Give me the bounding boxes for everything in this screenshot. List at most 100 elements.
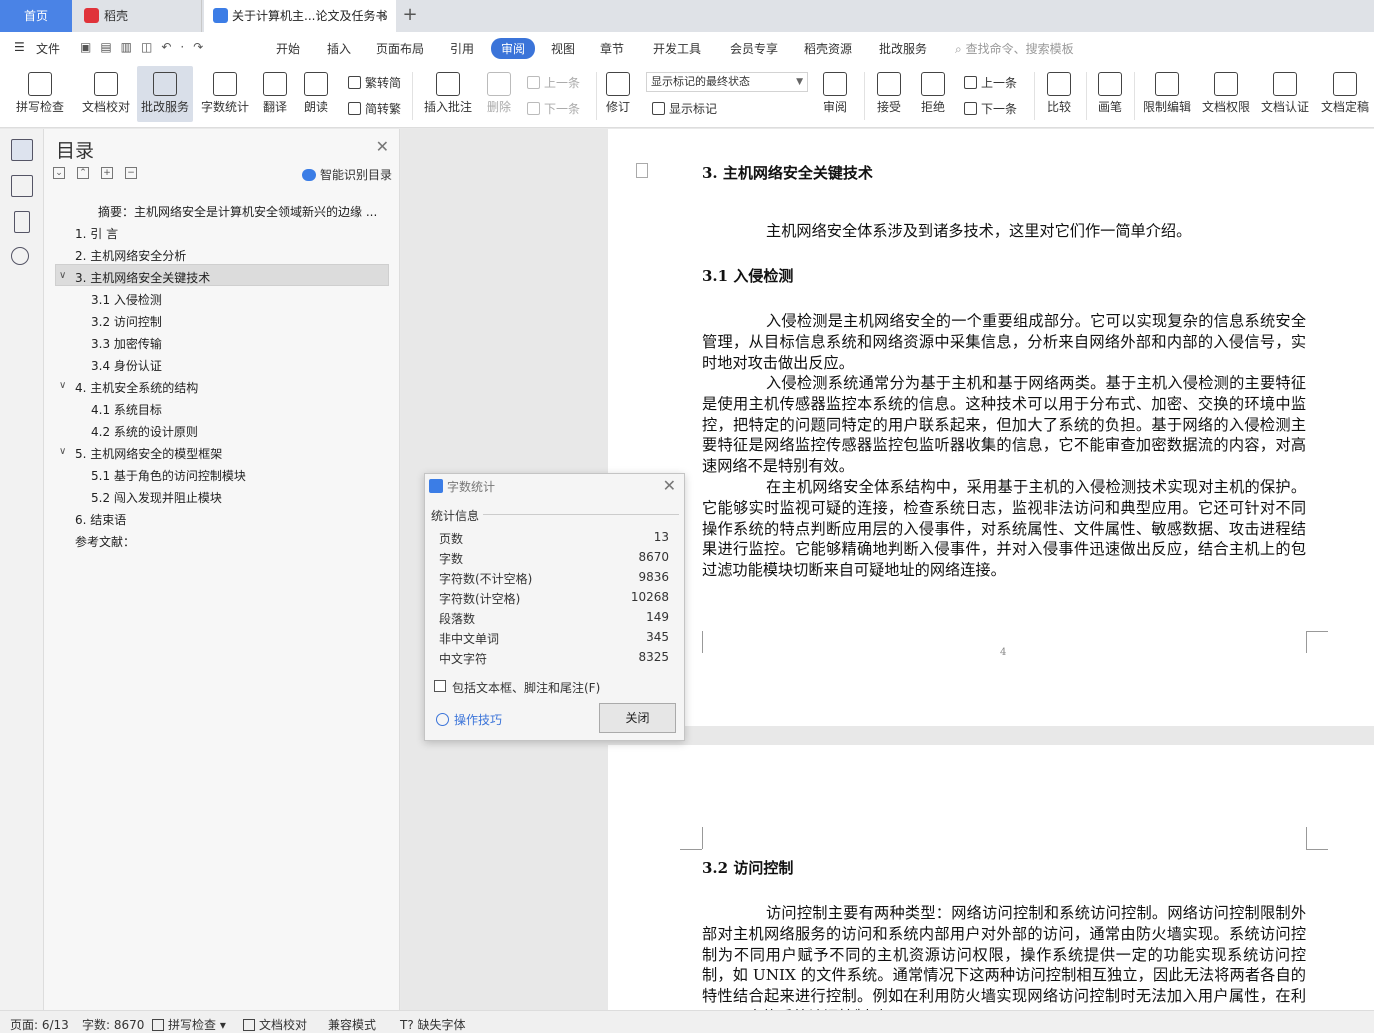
read-aloud-icon — [304, 72, 328, 96]
toc-item[interactable]: 5.1 基于角色的访问控制模块 — [91, 467, 246, 484]
toc-panel-icon[interactable] — [11, 139, 33, 161]
menu-page-layout[interactable]: 页面布局 — [376, 40, 424, 57]
quick-access-icons[interactable]: ▣▤▥◫↶·↷ — [80, 40, 212, 54]
menu-file[interactable]: 文件 — [36, 40, 60, 57]
toc-item[interactable]: 2. 主机网络安全分析 — [75, 247, 186, 264]
chevron-down-icon[interactable]: ∨ — [59, 270, 66, 281]
toc-item[interactable]: 3.3 加密传输 — [91, 335, 162, 352]
finalize-icon — [1333, 72, 1357, 96]
command-search[interactable]: ⌕ 查找命令、搜索模板 — [955, 40, 1074, 57]
menu-start[interactable]: 开始 — [276, 40, 300, 57]
spell-check-button[interactable]: 拼写检查 — [8, 66, 72, 122]
menu-view[interactable]: 视图 — [551, 40, 575, 57]
simp-to-trad-button[interactable]: 简转繁 — [348, 100, 401, 117]
delete-comment-button[interactable]: 删除 — [480, 66, 518, 122]
track-changes-button[interactable]: 修订 — [600, 66, 636, 122]
prev-change-button[interactable]: 上一条 — [964, 74, 1017, 91]
word-count-button[interactable]: 字数统计 — [197, 66, 253, 122]
page-menu-icon[interactable] — [636, 163, 648, 178]
compat-mode[interactable]: 兼容模式 — [328, 1016, 376, 1033]
menu-chapter[interactable]: 章节 — [600, 40, 624, 57]
missing-font[interactable]: T? 缺失字体 — [400, 1016, 466, 1033]
insert-comment-button[interactable]: 插入批注 — [420, 66, 476, 122]
show-marks-button[interactable]: 显示标记 — [652, 100, 717, 117]
toc-item[interactable]: 4.1 系统目标 — [91, 401, 162, 418]
pen-button[interactable]: 画笔 — [1092, 66, 1128, 122]
tab-close-icon[interactable]: ✕ — [377, 0, 387, 32]
include-textbox-checkbox[interactable] — [434, 680, 446, 692]
add-level-icon[interactable]: + — [101, 167, 113, 179]
include-textbox-label[interactable]: 包括文本框、脚注和尾注(F) — [452, 679, 600, 696]
new-tab-button[interactable]: + — [400, 0, 420, 32]
prev-comment-button[interactable]: 上一条 — [527, 74, 580, 91]
trad-to-simp-button[interactable]: 繁转简 — [348, 74, 401, 91]
restrict-edit-button[interactable]: 限制编辑 — [1140, 66, 1194, 122]
status-spell-check[interactable]: 拼写检查 ▾ — [152, 1016, 226, 1033]
toc-item[interactable]: 1. 引 言 — [75, 225, 118, 242]
compare-button[interactable]: 比较 — [1040, 66, 1078, 122]
section-nav-icon[interactable] — [11, 175, 33, 197]
accept-button[interactable]: 接受 — [870, 66, 908, 122]
review-button[interactable]: 审阅 — [816, 66, 854, 122]
toc-item[interactable]: 3.4 身份认证 — [91, 357, 162, 374]
collapse-all-icon[interactable]: ⌄ — [53, 167, 65, 179]
hamburger-icon[interactable]: ☰ — [14, 40, 25, 54]
stat-value: 8325 — [638, 650, 669, 664]
doc-certify-button[interactable]: 文档认证 — [1258, 66, 1312, 122]
toc-item[interactable]: 5. 主机网络安全的模型框架 — [75, 445, 222, 462]
toc-item[interactable]: 3.2 访问控制 — [91, 313, 162, 330]
toc-item-selected[interactable]: 3. 主机网络安全关键技术 — [75, 269, 210, 286]
toc-item[interactable]: 参考文献： — [75, 533, 135, 550]
close-icon[interactable]: ✕ — [376, 137, 389, 156]
doc-proof-label: 文档校对 — [81, 100, 130, 114]
menu-review[interactable]: 审阅 — [491, 38, 536, 59]
search-icon[interactable] — [11, 247, 29, 265]
expand-up-icon[interactable]: ⌃ — [77, 167, 89, 179]
stat-label: 字符数(不计空格) — [439, 572, 533, 586]
doc-proof-button[interactable]: 文档校对 — [78, 66, 134, 122]
toolbar-divider — [1086, 72, 1087, 120]
translate-button[interactable]: 翻译 — [257, 66, 293, 122]
toc-item[interactable]: 3.1 入侵检测 — [91, 291, 162, 308]
toc-item[interactable]: 6. 结束语 — [75, 511, 126, 528]
word-count-indicator[interactable]: 字数: 8670 — [82, 1016, 144, 1033]
correction-service-button[interactable]: 批改服务 — [137, 66, 193, 122]
remove-level-icon[interactable]: − — [125, 167, 137, 179]
menu-correction[interactable]: 批改服务 — [879, 40, 927, 57]
markup-display-select[interactable]: 显示标记的最终状态 ▼ — [646, 72, 808, 92]
simp-to-trad-label: 简转繁 — [365, 102, 402, 116]
menu-dev-tools[interactable]: 开发工具 — [653, 40, 701, 57]
menu-reference[interactable]: 引用 — [450, 40, 474, 57]
tab-document[interactable]: 关于计算机主...论文及任务书 ✕ — [204, 0, 396, 32]
read-aloud-button[interactable]: 朗读 — [298, 66, 334, 122]
document-page[interactable]: 3. 主机网络安全关键技术 主机网络安全体系涉及到诸多技术，这里对它们作一简单介… — [608, 129, 1374, 726]
next-change-button[interactable]: 下一条 — [964, 100, 1017, 117]
bookmark-icon[interactable] — [14, 211, 30, 233]
tab-home[interactable]: 首页 — [0, 0, 72, 32]
chevron-down-icon[interactable]: ∨ — [59, 446, 66, 457]
close-icon[interactable]: ✕ — [663, 476, 676, 495]
stat-row: 字符数(计空格) 10268 — [439, 590, 669, 607]
ai-icon — [302, 169, 316, 181]
status-doc-proof[interactable]: 文档校对 — [243, 1016, 307, 1033]
doc-permission-button[interactable]: 文档权限 — [1199, 66, 1253, 122]
tips-link[interactable]: 操作技巧 — [436, 711, 502, 728]
read-aloud-label: 朗读 — [303, 100, 328, 114]
next-comment-button[interactable]: 下一条 — [527, 100, 580, 117]
close-button[interactable]: 关闭 — [599, 703, 676, 733]
smart-toc-button[interactable]: 智能识别目录 — [302, 166, 392, 183]
menu-daoke-resources[interactable]: 稻壳资源 — [804, 40, 852, 57]
crop-mark — [1306, 849, 1328, 850]
menu-insert[interactable]: 插入 — [327, 40, 351, 57]
tab-daoke[interactable]: 稻壳 — [74, 0, 202, 32]
toc-item[interactable]: 摘要：主机网络安全是计算机安全领域新兴的边缘 ... — [98, 203, 377, 220]
chevron-down-icon[interactable]: ∨ — [59, 380, 66, 391]
doc-finalize-button[interactable]: 文档定稿 — [1318, 66, 1372, 122]
toc-item[interactable]: 4.2 系统的设计原则 — [91, 423, 198, 440]
toc-item[interactable]: 4. 主机安全系统的结构 — [75, 379, 198, 396]
menu-member[interactable]: 会员专享 — [730, 40, 778, 57]
page-indicator[interactable]: 页面: 6/13 — [10, 1016, 69, 1033]
toc-item[interactable]: 5.2 闯入发现并阻止模块 — [91, 489, 222, 506]
document-page[interactable]: 3.2 访问控制 访问控制主要有两种类型：网络访问控制和系统访问控制。网络访问控… — [608, 745, 1374, 1010]
reject-button[interactable]: 拒绝 — [914, 66, 952, 122]
